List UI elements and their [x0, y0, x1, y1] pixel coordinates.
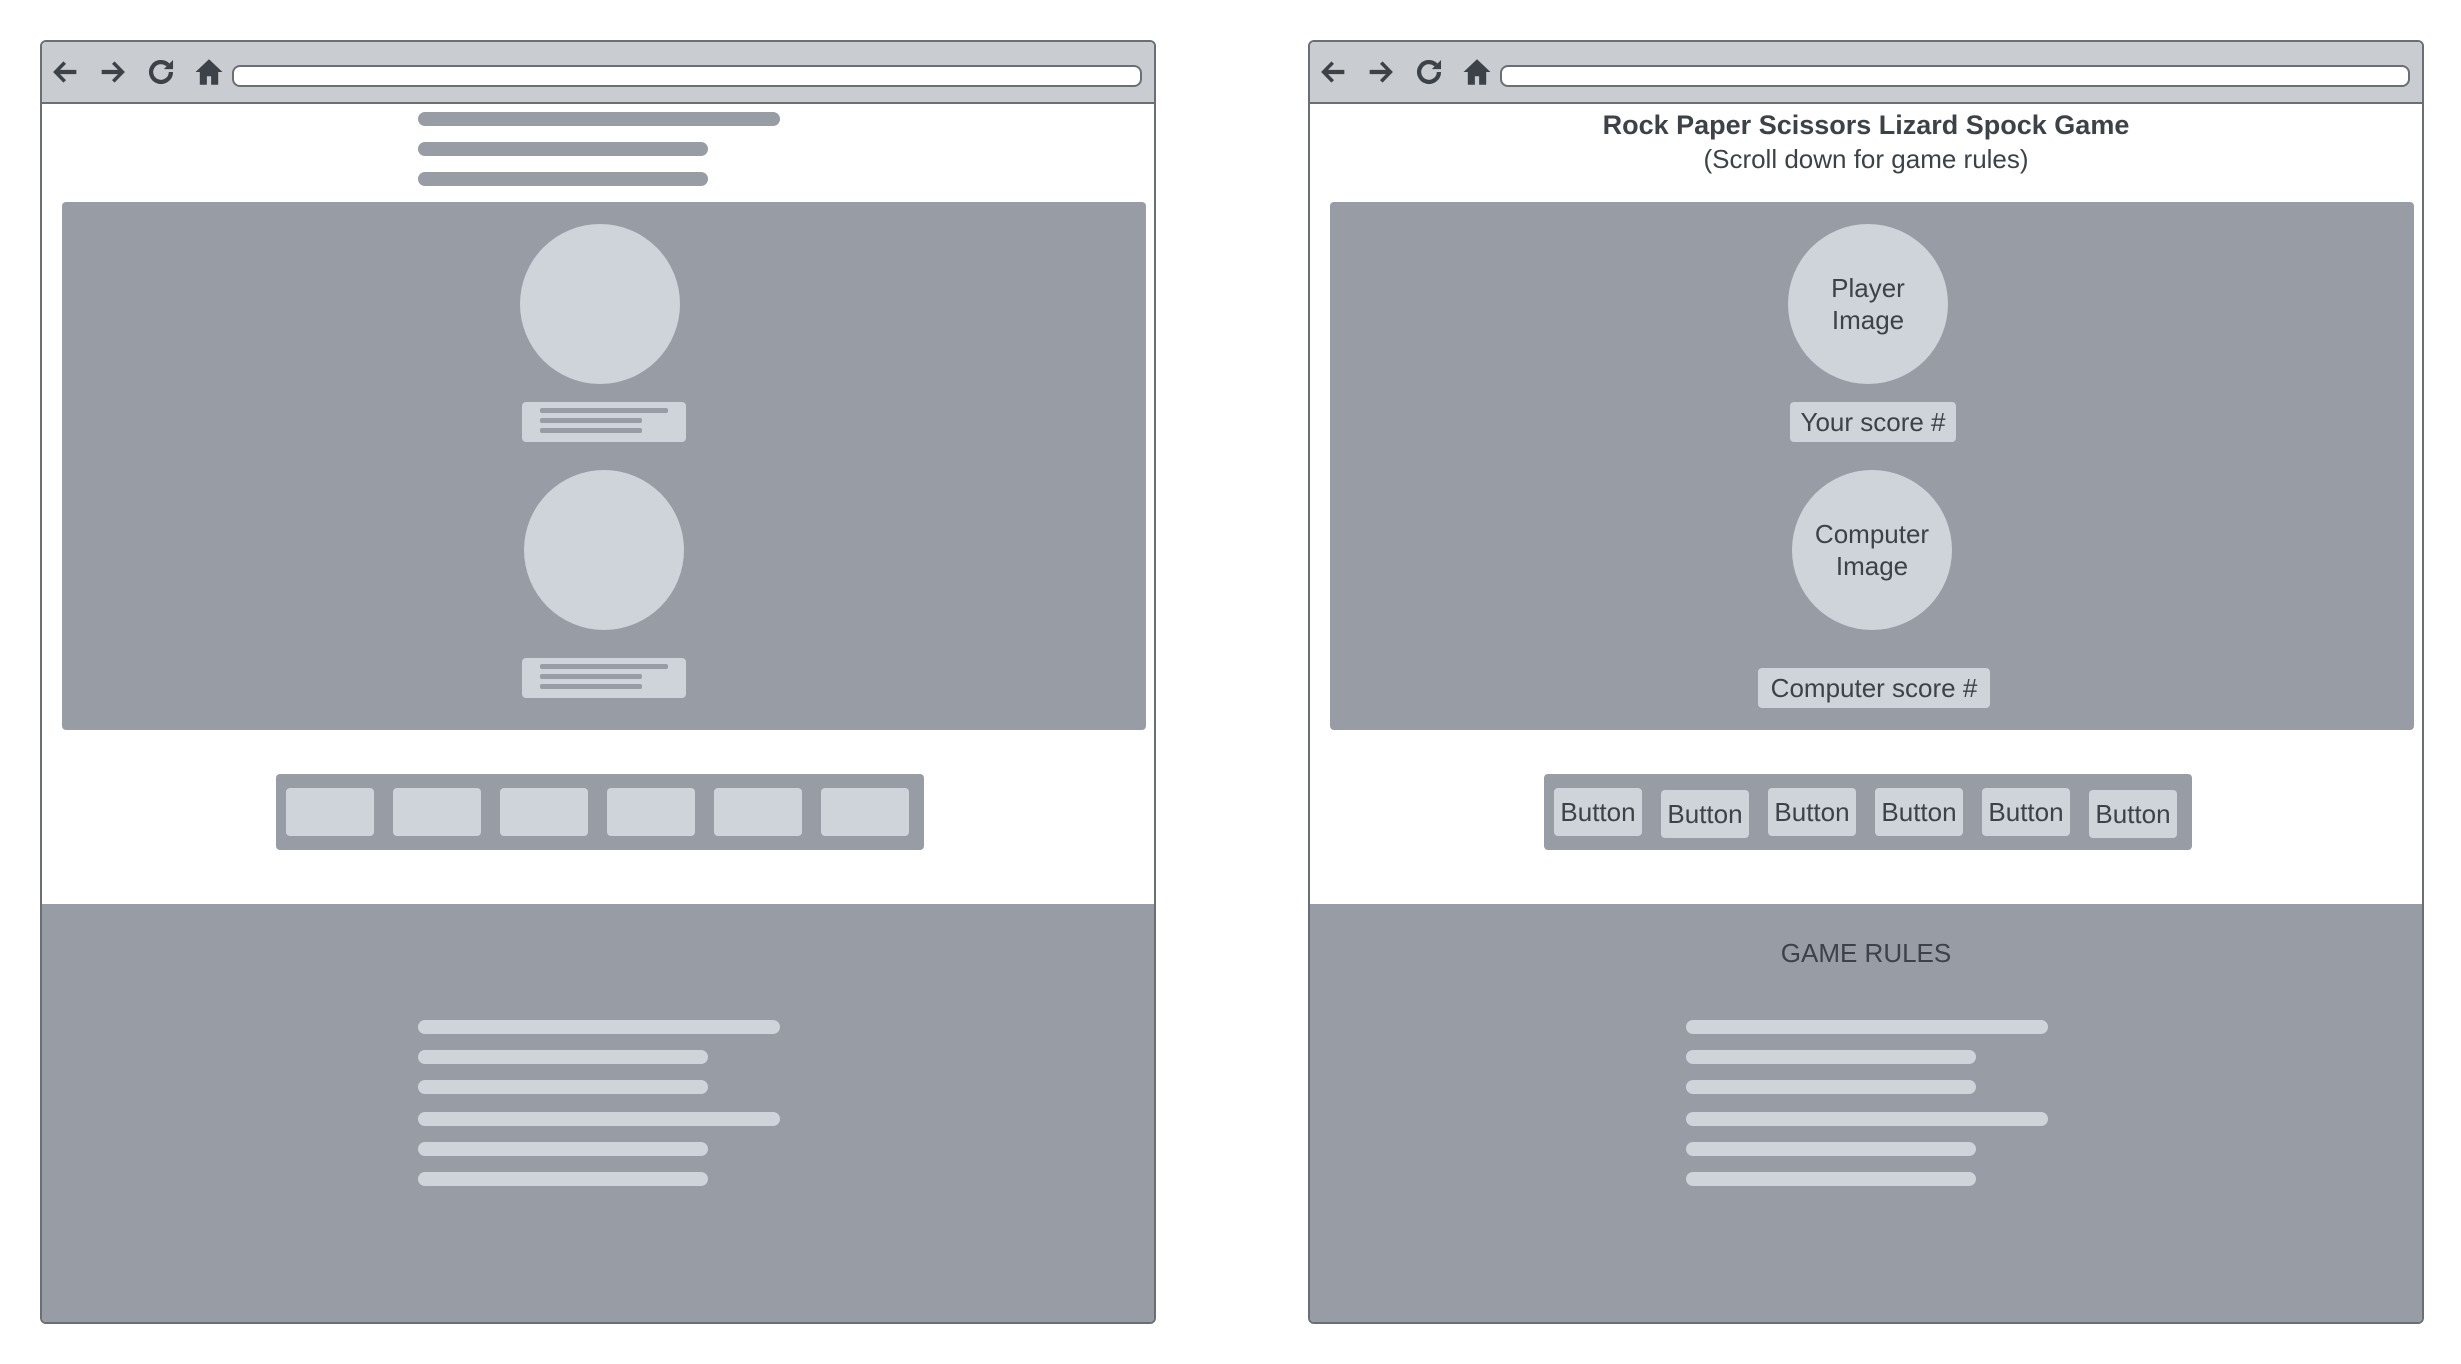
move-button[interactable]: Button — [1875, 788, 1963, 836]
home-icon[interactable] — [192, 55, 226, 89]
rules-placeholder-line — [418, 1172, 708, 1186]
computer-image-label: Computer Image — [1814, 519, 1930, 581]
rules-placeholder-line — [418, 1050, 708, 1064]
rules-title: GAME RULES — [1780, 938, 1952, 968]
placeholder-line — [540, 408, 668, 413]
rules-placeholder-line — [1686, 1020, 2048, 1034]
subtitle-placeholder-line — [418, 142, 708, 156]
back-arrow-icon[interactable] — [48, 55, 82, 89]
forward-arrow-icon[interactable] — [1364, 55, 1398, 89]
move-button[interactable]: Button — [2089, 790, 2177, 838]
page-title: Rock Paper Scissors Lizard Spock Game — [1602, 110, 2130, 140]
computer-image: Computer Image — [1792, 470, 1952, 630]
refresh-icon[interactable] — [144, 55, 178, 89]
player-image-label: Player Image — [1831, 273, 1905, 335]
rules-placeholder-line — [1686, 1050, 1976, 1064]
refresh-icon[interactable] — [1412, 55, 1446, 89]
subtitle-placeholder-line — [418, 172, 708, 186]
move-button[interactable]: Button — [1768, 788, 1856, 836]
home-icon[interactable] — [1460, 55, 1494, 89]
placeholder-line — [540, 428, 642, 433]
player-image: Player Image — [1788, 224, 1948, 384]
button-placeholder[interactable] — [607, 788, 695, 836]
rules-placeholder-line — [418, 1080, 708, 1094]
forward-arrow-icon[interactable] — [96, 55, 130, 89]
wireframe-blank — [40, 40, 1156, 1324]
button-placeholder[interactable] — [714, 788, 802, 836]
player-score: Your score # — [1790, 402, 1956, 442]
rules-placeholder-line — [1686, 1080, 1976, 1094]
rules-section — [42, 904, 1154, 1322]
button-bar — [276, 774, 924, 850]
placeholder-line — [540, 418, 642, 423]
title-placeholder-line — [418, 112, 780, 126]
move-button[interactable]: Button — [1554, 788, 1642, 836]
game-stage: Player Image Your score # Computer Image… — [1330, 202, 2414, 730]
player-score-placeholder — [522, 402, 686, 442]
button-placeholder[interactable] — [500, 788, 588, 836]
placeholder-line — [540, 684, 642, 689]
back-arrow-icon[interactable] — [1316, 55, 1350, 89]
button-bar: Button Button Button Button Button Butto… — [1544, 774, 2192, 850]
placeholder-line — [540, 674, 642, 679]
placeholder-line — [540, 664, 668, 669]
browser-toolbar — [42, 42, 1154, 104]
address-bar[interactable] — [1500, 65, 2410, 87]
rules-placeholder-line — [1686, 1112, 2048, 1126]
address-bar[interactable] — [232, 65, 1142, 87]
computer-score-placeholder — [522, 658, 686, 698]
rules-placeholder-line — [418, 1020, 780, 1034]
rules-placeholder-line — [418, 1112, 780, 1126]
wireframe-annotated: Rock Paper Scissors Lizard Spock Game (S… — [1308, 40, 2424, 1324]
button-placeholder[interactable] — [821, 788, 909, 836]
rules-placeholder-line — [1686, 1142, 1976, 1156]
player-image-placeholder — [520, 224, 680, 384]
rules-placeholder-line — [1686, 1172, 1976, 1186]
browser-toolbar — [1310, 42, 2422, 104]
button-placeholder[interactable] — [393, 788, 481, 836]
game-stage — [62, 202, 1146, 730]
rules-placeholder-line — [418, 1142, 708, 1156]
computer-score: Computer score # — [1758, 668, 1990, 708]
page-subtitle: (Scroll down for game rules) — [1703, 144, 2029, 174]
rules-section: GAME RULES — [1310, 904, 2422, 1322]
move-button[interactable]: Button — [1661, 790, 1749, 838]
move-button[interactable]: Button — [1982, 788, 2070, 836]
computer-image-placeholder — [524, 470, 684, 630]
button-placeholder[interactable] — [286, 788, 374, 836]
